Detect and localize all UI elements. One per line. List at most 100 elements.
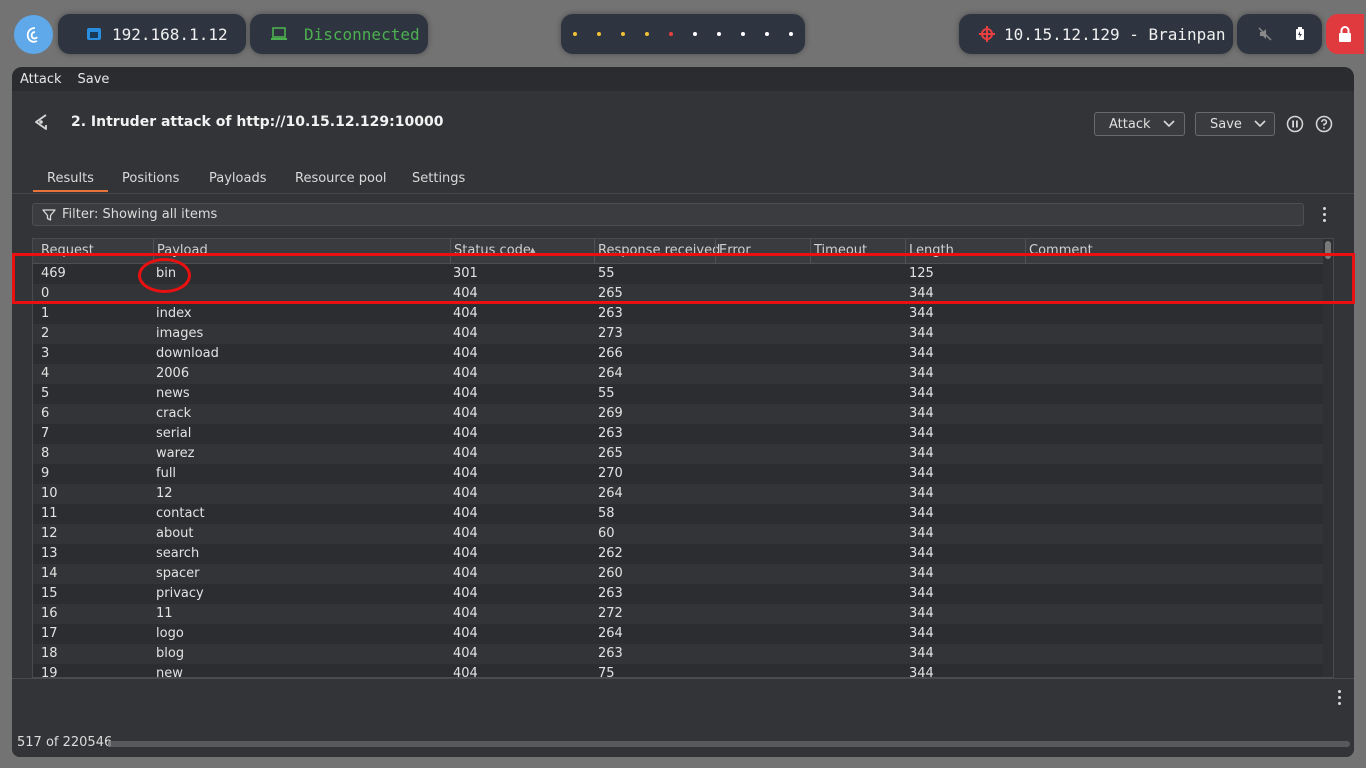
progress-label: 517 of 220546 (17, 735, 113, 750)
save-dropdown-button[interactable]: Save (1195, 112, 1275, 136)
filter-bar[interactable]: Filter: Showing all items (32, 203, 1304, 226)
workspace-switcher[interactable] (561, 14, 805, 54)
target-label: 10.15.12.129 - Brainpan (1004, 24, 1226, 44)
save-button-label: Save (1210, 116, 1242, 132)
table-cell: 344 (909, 386, 934, 401)
table-cell: 404 (453, 486, 478, 501)
table-row[interactable]: 6 crack 404 269 344 (33, 404, 1323, 424)
table-row[interactable]: 14 spacer 404 260 344 (33, 564, 1323, 584)
table-cell: index (156, 306, 192, 321)
table-row[interactable]: 16 11 404 272 344 (33, 604, 1323, 624)
debian-menu-icon[interactable] (14, 15, 53, 54)
tab-results[interactable]: Results (33, 171, 108, 192)
table-cell: 404 (453, 326, 478, 341)
workspace-dot[interactable] (669, 32, 673, 36)
help-icon[interactable] (1315, 115, 1333, 133)
table-cell: serial (156, 426, 192, 441)
table-cell: search (156, 546, 200, 561)
table-cell: 270 (598, 466, 623, 481)
table-cell: 13 (41, 546, 58, 561)
status-options-icon[interactable] (1338, 690, 1341, 708)
table-cell: 404 (453, 346, 478, 361)
vpn-status-widget[interactable]: Disconnected (250, 14, 428, 54)
table-cell: 75 (598, 666, 615, 678)
chevron-down-icon (1162, 120, 1175, 128)
table-cell: 344 (909, 586, 934, 601)
pause-icon[interactable] (1286, 115, 1304, 133)
table-cell: 55 (598, 386, 615, 401)
highlight-circle-annotation (138, 258, 191, 293)
lock-screen-button[interactable] (1326, 14, 1364, 54)
tab-settings[interactable]: Settings (412, 171, 465, 186)
table-cell: blog (156, 646, 185, 661)
table-cell: contact (156, 506, 205, 521)
workspace-dot[interactable] (621, 32, 625, 36)
workspace-dot[interactable] (789, 32, 793, 36)
table-row[interactable]: 18 blog 404 263 344 (33, 644, 1323, 664)
attack-dropdown-button[interactable]: Attack (1094, 112, 1185, 136)
table-scrollbar[interactable] (1323, 239, 1333, 677)
filter-options-icon[interactable] (1323, 207, 1326, 225)
workspace-dot[interactable] (717, 32, 721, 36)
table-row[interactable]: 11 contact 404 58 344 (33, 504, 1323, 524)
table-cell: 404 (453, 626, 478, 641)
attack-button-label: Attack (1109, 116, 1151, 132)
mute-icon[interactable] (1258, 27, 1272, 41)
table-cell: 344 (909, 666, 934, 678)
table-cell: privacy (156, 586, 204, 601)
table-cell: 344 (909, 366, 934, 381)
tab-resource-pool[interactable]: Resource pool (295, 171, 387, 186)
table-row[interactable]: 17 logo 404 264 344 (33, 624, 1323, 644)
workspace-dot[interactable] (645, 32, 649, 36)
taskbar: 192.168.1.12 Disconnected 10.15.12.129 -… (0, 0, 1366, 68)
network-icon (87, 28, 101, 40)
table-cell: 2006 (156, 366, 190, 381)
target-widget[interactable]: 10.15.12.129 - Brainpan (959, 14, 1233, 54)
workspace-dot[interactable] (597, 32, 601, 36)
table-cell: 404 (453, 446, 478, 461)
table-row[interactable]: 10 12 404 264 344 (33, 484, 1323, 504)
attack-title: 2. Intruder attack of http://10.15.12.12… (71, 114, 444, 130)
table-row[interactable]: 9 full 404 270 344 (33, 464, 1323, 484)
table-cell: 404 (453, 386, 478, 401)
table-cell: 263 (598, 646, 623, 661)
workspace-dot[interactable] (693, 32, 697, 36)
table-row[interactable]: 19 new 404 75 344 (33, 664, 1323, 678)
table-row[interactable]: 15 privacy 404 263 344 (33, 584, 1323, 604)
table-row[interactable]: 1 index 404 263 344 (33, 304, 1323, 324)
table-cell: 17 (41, 626, 58, 641)
ip-address-widget[interactable]: 192.168.1.12 (58, 14, 246, 54)
burp-intruder-window: Attack Save 2. Intruder attack of http:/… (12, 67, 1354, 757)
battery-icon[interactable] (1295, 27, 1305, 41)
table-row[interactable]: 12 about 404 60 344 (33, 524, 1323, 544)
workspace-dot[interactable] (765, 32, 769, 36)
table-row[interactable]: 4 2006 404 264 344 (33, 364, 1323, 384)
chevron-down-icon (1254, 120, 1266, 128)
table-row[interactable]: 13 search 404 262 344 (33, 544, 1323, 564)
table-cell: 14 (41, 566, 58, 581)
table-row[interactable]: 5 news 404 55 344 (33, 384, 1323, 404)
filter-text: Filter: Showing all items (62, 207, 218, 222)
menu-attack[interactable]: Attack (12, 72, 70, 87)
vpn-status-label: Disconnected (304, 24, 420, 44)
table-row[interactable]: 8 warez 404 265 344 (33, 444, 1323, 464)
table-cell: 264 (598, 626, 623, 641)
table-cell: 7 (41, 426, 50, 441)
tab-payloads[interactable]: Payloads (209, 171, 266, 186)
tab-positions[interactable]: Positions (122, 171, 179, 186)
table-cell: 404 (453, 566, 478, 581)
menu-save[interactable]: Save (70, 72, 118, 87)
workspace-dot[interactable] (741, 32, 745, 36)
progress-bar (108, 741, 1350, 747)
table-cell: 16 (41, 606, 58, 621)
table-cell: 404 (453, 646, 478, 661)
table-cell: about (156, 526, 194, 541)
table-row[interactable]: 2 images 404 273 344 (33, 324, 1323, 344)
workspace-dot[interactable] (573, 32, 577, 36)
table-row[interactable]: 7 serial 404 263 344 (33, 424, 1323, 444)
table-cell: 344 (909, 326, 934, 341)
table-cell: 404 (453, 546, 478, 561)
table-row[interactable]: 3 download 404 266 344 (33, 344, 1323, 364)
table-cell: 60 (598, 526, 615, 541)
table-cell: 9 (41, 466, 50, 481)
